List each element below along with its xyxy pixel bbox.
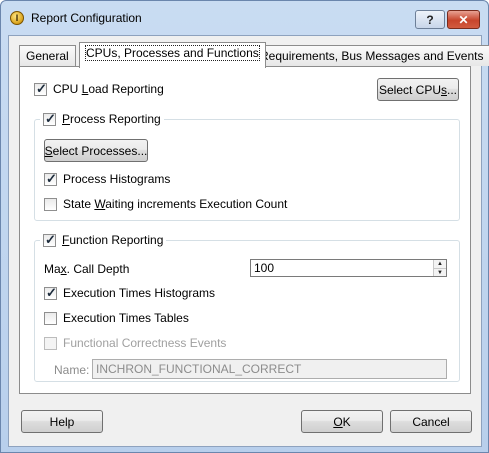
tab-panel: CPU Load Reporting Select CPUs... Proces… <box>19 66 471 394</box>
report-configuration-window: I Report Configuration ? ✕ General CPUs,… <box>0 0 489 453</box>
function-reporting-checkbox[interactable]: Function Reporting <box>40 232 167 248</box>
tab-general[interactable]: General <box>19 45 76 66</box>
select-processes-button[interactable]: Select Processes... <box>44 139 148 162</box>
cancel-button[interactable]: Cancel <box>390 410 472 433</box>
title-close-button[interactable]: ✕ <box>447 10 480 29</box>
process-histograms-checkbox[interactable]: Process Histograms <box>44 171 171 187</box>
functional-correctness-events-checkbox: Functional Correctness Events <box>44 336 226 350</box>
functional-correctness-label: Functional Correctness Events <box>63 336 227 350</box>
ok-button[interactable]: OK <box>301 410 383 433</box>
functional-correctness-checkbox-box <box>44 336 57 350</box>
process-histograms-checkbox-box[interactable] <box>44 171 57 187</box>
app-icon: I <box>10 11 24 25</box>
process-reporting-label: Process Reporting <box>62 112 161 126</box>
process-reporting-checkbox-box[interactable] <box>43 111 56 127</box>
function-reporting-checkbox-box[interactable] <box>43 232 56 248</box>
dialog-client-area: General CPUs, Processes and Functions Re… <box>8 35 489 447</box>
name-label: Name: <box>54 363 90 377</box>
process-reporting-checkbox[interactable]: Process Reporting <box>40 111 164 127</box>
help-button[interactable]: Help <box>21 410 103 433</box>
state-waiting-label: State Waiting increments Execution Count <box>63 197 288 211</box>
execution-times-histograms-checkbox-box[interactable] <box>44 285 57 301</box>
execution-times-tables-checkbox-box[interactable] <box>44 311 57 325</box>
max-call-depth-value[interactable]: 100 <box>254 261 274 275</box>
cpu-load-reporting-checkbox[interactable]: CPU Load Reporting <box>34 81 164 97</box>
execution-times-histograms-label: Execution Times Histograms <box>63 286 216 300</box>
spinner-arrows: ▲ ▼ <box>433 260 446 276</box>
cpu-load-reporting-label: CPU Load Reporting <box>53 82 164 96</box>
tab-requirements-bus-messages-events[interactable]: Requirements, Bus Messages and Events <box>253 45 489 66</box>
spinner-down-icon[interactable]: ▼ <box>434 268 446 276</box>
state-waiting-checkbox[interactable]: State Waiting increments Execution Count <box>44 197 287 211</box>
process-histograms-label: Process Histograms <box>63 172 171 186</box>
tab-general-label: General <box>26 49 69 63</box>
tab-cpus-processes-functions[interactable]: CPUs, Processes and Functions <box>79 42 266 68</box>
title-bar[interactable]: I Report Configuration ? ✕ <box>1 1 488 35</box>
execution-times-tables-label: Execution Times Tables <box>63 311 189 325</box>
max-call-depth-label: Max. Call Depth <box>44 262 130 276</box>
state-waiting-checkbox-box[interactable] <box>44 197 57 211</box>
select-cpus-button[interactable]: Select CPU s... <box>377 78 459 101</box>
window-title: Report Configuration <box>31 11 142 25</box>
execution-times-histograms-checkbox[interactable]: Execution Times Histograms <box>44 285 216 301</box>
tab-cpus-label: CPUs, Processes and Functions <box>85 45 260 61</box>
spinner-up-icon[interactable]: ▲ <box>434 260 446 268</box>
tab-requirements-label: Requirements, Bus Messages and Events <box>260 49 484 63</box>
execution-times-tables-checkbox[interactable]: Execution Times Tables <box>44 311 189 325</box>
max-call-depth-spinner[interactable]: 100 ▲ ▼ <box>250 259 447 277</box>
name-field: INCHRON_FUNCTIONAL_CORRECT <box>92 359 447 379</box>
cpu-load-checkbox-box[interactable] <box>34 81 47 97</box>
title-help-button[interactable]: ? <box>415 10 445 29</box>
function-reporting-label: Function Reporting <box>62 233 164 247</box>
